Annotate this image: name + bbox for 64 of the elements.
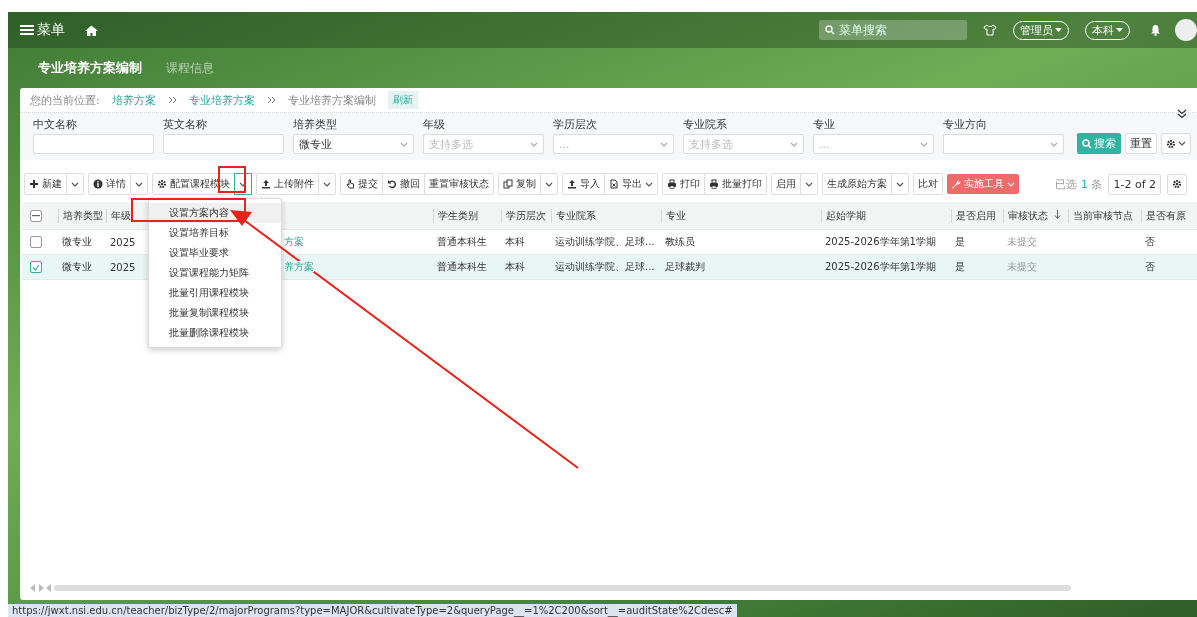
table-cell: 2025-2026学年第1学期	[825, 261, 936, 272]
menu-button[interactable]: 菜单	[20, 21, 65, 39]
pagination-button[interactable]: 1-2 of 2	[1108, 173, 1161, 195]
menu-item[interactable]: 设置毕业要求	[149, 243, 281, 263]
table-cell: 足球裁判	[665, 261, 705, 272]
table-cell: 普通本科生	[437, 236, 487, 247]
table-cell: 2025	[110, 261, 136, 273]
field-label: 中文名称	[33, 117, 78, 132]
table-cell: 未提交	[1007, 236, 1037, 247]
table-cell: 否	[1145, 236, 1155, 247]
table-cell: 2025-2026学年第1学期	[825, 236, 936, 247]
toolbar-button[interactable]: 生成原始方案	[823, 174, 892, 194]
status-url: https://jwxt.nsi.edu.cn/teacher/bizType/2/majorPrograms?type=MAJOR&cultivateType=2&queryPage__=1%2C200&sort__=auditState%2Cdesc#	[8, 604, 737, 617]
toolbar-button[interactable]: 打印	[663, 174, 705, 194]
table-cell: 微专业	[62, 261, 92, 272]
menu-item[interactable]: 批量引用课程模块	[149, 283, 281, 303]
table-cell: 运动训练学院、足球...	[555, 236, 655, 247]
breadcrumb-current: 专业培养方案编制	[287, 92, 376, 108]
field-label: 学历层次	[553, 117, 598, 132]
column-header[interactable]: 学历层次	[506, 209, 546, 221]
toolbar-button[interactable]: 详情	[89, 174, 131, 194]
page-tab[interactable]: 专业培养方案编制	[38, 59, 142, 77]
table-cell: 普通本科生	[437, 261, 487, 272]
menu-item[interactable]: 设置课程能力矩阵	[149, 263, 281, 283]
table-cell: 微专业	[62, 236, 92, 247]
table-cell: 未提交	[1007, 261, 1037, 272]
column-header[interactable]: 专业院系	[556, 209, 596, 221]
selection-count: 已选 1 条	[1055, 176, 1103, 192]
table-cell: 否	[1145, 261, 1155, 272]
table-cell: 本科	[505, 236, 525, 247]
toolbar-button[interactable]: 提交	[341, 174, 383, 194]
table-cell: 运动训练学院、足球...	[555, 261, 655, 272]
table-cell: 本科	[505, 261, 525, 272]
field-label: 专业方向	[943, 117, 988, 132]
table-cell: 是	[955, 236, 965, 247]
select-field[interactable]: 微专业	[293, 134, 414, 154]
table-cell: 是	[955, 261, 965, 272]
menu-item[interactable]: 设置培养目标	[149, 223, 281, 243]
column-header[interactable]: 年级	[111, 209, 131, 221]
menu-item[interactable]: 批量复制课程模块	[149, 303, 281, 323]
column-header[interactable]: 学生类别	[438, 209, 478, 221]
column-header[interactable]: 起始学期	[826, 209, 866, 221]
column-header[interactable]: 是否有原	[1146, 209, 1186, 221]
toolbar-button[interactable]: 复制	[499, 174, 541, 194]
field-label: 英文名称	[163, 117, 208, 132]
table-cell: 2025	[110, 236, 136, 248]
toolbar-button[interactable]: 启用	[772, 174, 801, 194]
toolbar-button[interactable]: 比对	[914, 174, 942, 194]
toolbar-button[interactable]: 导入	[563, 174, 605, 194]
column-header[interactable]: 当前审核节点	[1073, 209, 1133, 221]
table-cell: 教练员	[665, 236, 695, 247]
column-header[interactable]: 审核状态	[1008, 209, 1048, 221]
column-header[interactable]: 是否启用	[956, 209, 996, 221]
column-header[interactable]: 专业	[666, 209, 686, 221]
toolbar-button[interactable]: 上传附件	[257, 174, 319, 194]
field-label: 年级	[423, 117, 446, 132]
column-header[interactable]: 培养类型	[63, 209, 103, 221]
menu-item[interactable]: 批量删除课程模块	[149, 323, 281, 343]
field-label: 专业院系	[683, 117, 728, 132]
field-label: 培养类型	[293, 117, 338, 132]
toolbar-button[interactable]: 新建	[25, 174, 67, 194]
field-label: 专业	[813, 117, 836, 132]
reset-button[interactable]: 重置	[1125, 133, 1157, 154]
breadcrumb-label: 您的当前位置:	[30, 92, 100, 108]
